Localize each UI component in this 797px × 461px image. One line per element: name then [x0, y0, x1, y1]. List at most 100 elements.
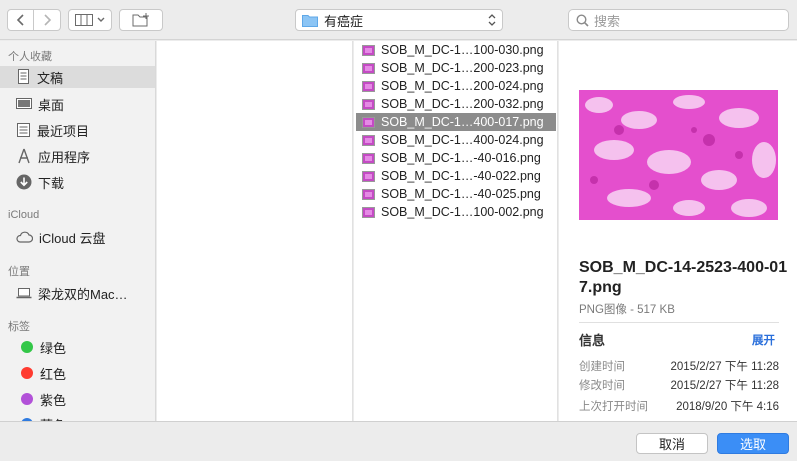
sidebar-item-tag-purple[interactable]: 紫色 [0, 388, 155, 410]
sidebar-item-downloads[interactable]: 下载 [0, 171, 155, 193]
file-name: SOB_M_DC-1…-40-022.png [381, 169, 541, 183]
file-name: SOB_M_DC-1…200-032.png [381, 97, 544, 111]
preview-pane: SOB_M_DC-14-2523-400-017.png PNG图像 - 517… [559, 41, 797, 421]
sidebar-item-tag-green[interactable]: 绿色 [0, 336, 155, 358]
image-file-icon [362, 134, 375, 146]
nav-buttons [7, 9, 61, 31]
tag-dot-icon [21, 341, 33, 353]
sidebar: 个人收藏 文稿 桌面 最近项目 应用程序 下载 iCloud iCloud 云盘… [0, 41, 156, 421]
image-file-icon [362, 152, 375, 164]
download-icon [16, 174, 32, 190]
file-row[interactable]: SOB_M_DC-1…200-023.png [356, 59, 556, 77]
file-name: SOB_M_DC-1…400-024.png [381, 133, 544, 147]
sidebar-item-recents[interactable]: 最近项目 [0, 119, 155, 141]
file-row[interactable]: SOB_M_DC-1…200-024.png [356, 77, 556, 95]
search-placeholder: 搜索 [594, 13, 621, 29]
image-file-icon [362, 98, 375, 110]
sidebar-item-label: 红色 [40, 366, 67, 382]
tag-dot-icon [21, 393, 33, 405]
sidebar-item-tag-blue[interactable]: 蓝色 [0, 413, 155, 421]
file-name: SOB_M_DC-1…-40-025.png [381, 187, 541, 201]
sidebar-item-label: 梁龙双的Mac… [38, 286, 128, 302]
sidebar-item-label: 最近项目 [37, 123, 90, 139]
expand-link[interactable]: 展开 [752, 332, 775, 348]
location-label: 有癌症 [324, 13, 364, 29]
file-row[interactable]: SOB_M_DC-1…400-024.png [356, 131, 556, 149]
meta-row-created: 创建时间 2015/2/27 下午 11:28 [579, 358, 779, 376]
recents-icon [17, 123, 30, 137]
location-popup[interactable]: 有癌症 [295, 9, 503, 31]
preview-file-kind: PNG图像 - 517 KB [579, 304, 675, 316]
meta-row-modified: 修改时间 2015/2/27 下午 11:28 [579, 377, 779, 395]
sidebar-item-documents[interactable]: 文稿 [0, 66, 155, 88]
cancel-button[interactable]: 取消 [636, 433, 708, 454]
meta-key: 创建时间 [579, 361, 625, 373]
choose-button[interactable]: 选取 [717, 433, 789, 454]
image-file-icon [362, 44, 375, 56]
chevron-down-icon [97, 17, 104, 22]
updown-chevron-icon [488, 14, 496, 26]
divider [579, 322, 779, 323]
new-folder-button[interactable] [119, 9, 163, 31]
new-folder-icon [132, 13, 149, 27]
preview-file-name: SOB_M_DC-14-2523-400-017.png [579, 259, 788, 296]
back-button[interactable] [7, 9, 34, 31]
locations-section-title: 位置 [8, 266, 30, 278]
file-row[interactable]: SOB_M_DC-1…100-030.png [356, 41, 556, 59]
sidebar-item-desktop[interactable]: 桌面 [0, 93, 155, 115]
search-field[interactable]: 搜索 [568, 9, 789, 31]
cloud-icon [16, 231, 33, 243]
file-row[interactable]: SOB_M_DC-1…200-032.png [356, 95, 556, 113]
sidebar-item-icloud-drive[interactable]: iCloud 云盘 [0, 226, 155, 248]
document-icon [18, 69, 29, 84]
meta-row-last-opened: 上次打开时间 2018/9/20 下午 4:16 [579, 398, 779, 416]
sidebar-item-tag-red[interactable]: 红色 [0, 362, 155, 384]
sidebar-item-label: 绿色 [40, 340, 67, 356]
file-name: SOB_M_DC-1…100-002.png [381, 205, 544, 219]
sidebar-item-label: 桌面 [38, 97, 65, 113]
folder-icon [302, 14, 318, 27]
forward-button[interactable] [34, 9, 61, 31]
meta-key: 修改时间 [579, 380, 625, 392]
file-list[interactable]: SOB_M_DC-1…100-030.png SOB_M_DC-1…200-02… [354, 41, 558, 421]
laptop-icon [16, 288, 32, 299]
tag-dot-icon [21, 367, 33, 379]
desktop-icon [16, 98, 32, 109]
meta-value: 2018/9/20 下午 4:16 [676, 401, 779, 413]
info-title: 信息 [579, 333, 606, 348]
sidebar-item-mac[interactable]: 梁龙双的Mac… [0, 282, 155, 304]
view-mode-button[interactable] [68, 9, 112, 31]
file-name: SOB_M_DC-1…400-017.png [381, 115, 544, 129]
sidebar-item-label: 紫色 [40, 392, 67, 408]
image-file-icon [362, 206, 375, 218]
image-file-icon [362, 170, 375, 182]
bottom-bar: 取消 选取 [0, 421, 797, 461]
file-name: SOB_M_DC-1…-40-016.png [381, 151, 541, 165]
chevron-left-icon [16, 14, 24, 26]
sidebar-item-applications[interactable]: 应用程序 [0, 145, 155, 167]
file-row-selected[interactable]: SOB_M_DC-1…400-017.png [356, 113, 556, 131]
file-name: SOB_M_DC-1…100-030.png [381, 43, 544, 57]
image-file-icon [362, 116, 375, 128]
file-row[interactable]: SOB_M_DC-1…100-002.png [356, 203, 556, 221]
image-file-icon [362, 188, 375, 200]
meta-key: 上次打开时间 [579, 401, 648, 413]
preview-thumbnail [579, 90, 778, 220]
image-file-icon [362, 80, 375, 92]
parent-column[interactable] [157, 41, 353, 421]
chevron-right-icon [44, 14, 52, 26]
favorites-section-title: 个人收藏 [8, 51, 52, 63]
applications-icon [18, 148, 30, 164]
meta-value: 2015/2/27 下午 11:28 [670, 380, 779, 392]
toolbar: 有癌症 搜索 [0, 0, 797, 40]
meta-value: 2015/2/27 下午 11:28 [670, 361, 779, 373]
icloud-section-title: iCloud [8, 209, 40, 221]
image-file-icon [362, 62, 375, 74]
search-icon [576, 13, 589, 27]
sidebar-item-label: iCloud 云盘 [39, 230, 106, 246]
file-row[interactable]: SOB_M_DC-1…-40-022.png [356, 167, 556, 185]
file-row[interactable]: SOB_M_DC-1…-40-025.png [356, 185, 556, 203]
file-row[interactable]: SOB_M_DC-1…-40-016.png [356, 149, 556, 167]
file-name: SOB_M_DC-1…200-024.png [381, 79, 544, 93]
sidebar-item-label: 下载 [38, 175, 65, 191]
